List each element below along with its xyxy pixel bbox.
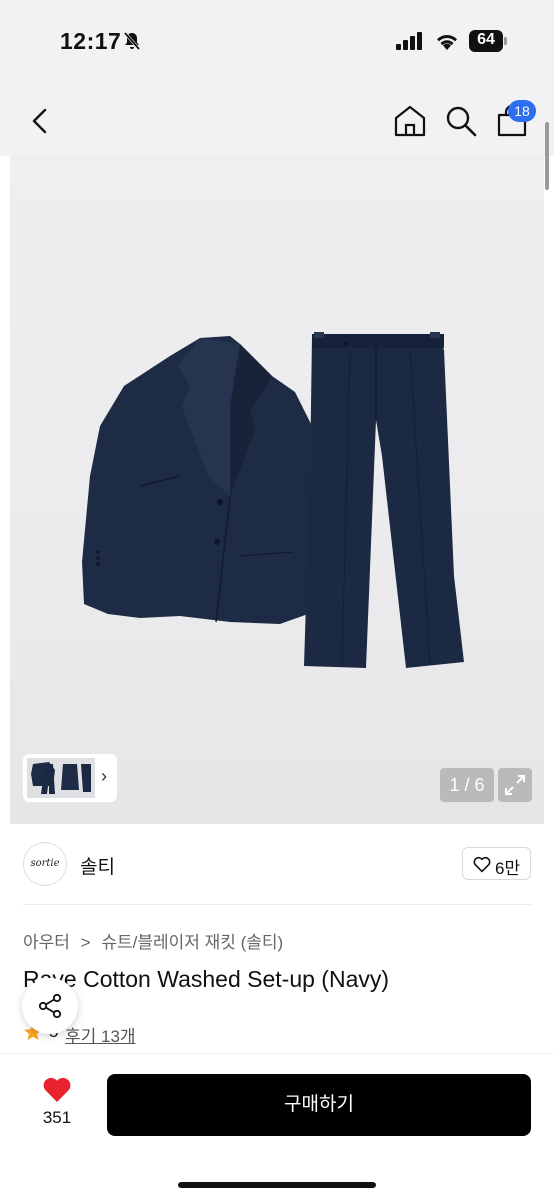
- scrollbar[interactable]: [545, 122, 549, 190]
- image-page-counter: 1 / 6: [440, 768, 494, 802]
- heart-filled-icon: [43, 1077, 71, 1102]
- battery-indicator: 64: [469, 30, 507, 52]
- share-icon: [38, 993, 62, 1019]
- bell-muted-icon: [123, 32, 141, 50]
- status-time: 12:17: [60, 28, 122, 54]
- thumbnail-chevron-icon[interactable]: ›: [101, 766, 107, 787]
- status-bar: 12:17 64: [0, 0, 554, 84]
- bottom-action-bar: 351 구매하기: [0, 1053, 554, 1200]
- buy-button[interactable]: 구매하기: [107, 1074, 531, 1136]
- brand-name[interactable]: 솔티: [80, 852, 115, 879]
- review-count-link[interactable]: 후기 13개: [65, 1022, 136, 1047]
- home-icon[interactable]: [393, 104, 427, 138]
- brand-logo[interactable]: sortie: [23, 842, 67, 886]
- search-icon[interactable]: [444, 104, 478, 138]
- nav-bar: [0, 84, 554, 156]
- signal-icon: [396, 32, 422, 50]
- heart-outline-icon: [473, 856, 491, 873]
- brand-like-button[interactable]: 6만: [462, 847, 531, 880]
- thumbnail-strip[interactable]: ›: [23, 754, 117, 802]
- back-icon[interactable]: [26, 106, 56, 136]
- thumbnail-image[interactable]: [27, 758, 95, 798]
- like-button[interactable]: 351: [34, 1074, 80, 1134]
- breadcrumb: 아우터 > 슈트/블레이저 재킷 (솔티): [23, 928, 283, 953]
- like-count: 351: [42, 1108, 72, 1127]
- share-button[interactable]: [22, 978, 78, 1034]
- divider: [23, 904, 531, 905]
- breadcrumb-separator: >: [80, 933, 91, 952]
- product-image: [82, 332, 464, 668]
- product-image-gallery[interactable]: › 1 / 6: [10, 156, 544, 824]
- home-indicator: [178, 1182, 376, 1188]
- product-title: Rave Cotton Washed Set-up (Navy): [23, 966, 390, 992]
- breadcrumb-subcategory[interactable]: 슈트/블레이저 재킷 (솔티): [101, 933, 283, 952]
- expand-icon[interactable]: [498, 768, 532, 802]
- cart-count-badge: 18: [508, 100, 536, 122]
- battery-level: 64: [477, 31, 495, 48]
- wifi-icon: [437, 34, 457, 50]
- brand-like-count: 6만: [495, 859, 521, 878]
- breadcrumb-category[interactable]: 아우터: [23, 933, 70, 952]
